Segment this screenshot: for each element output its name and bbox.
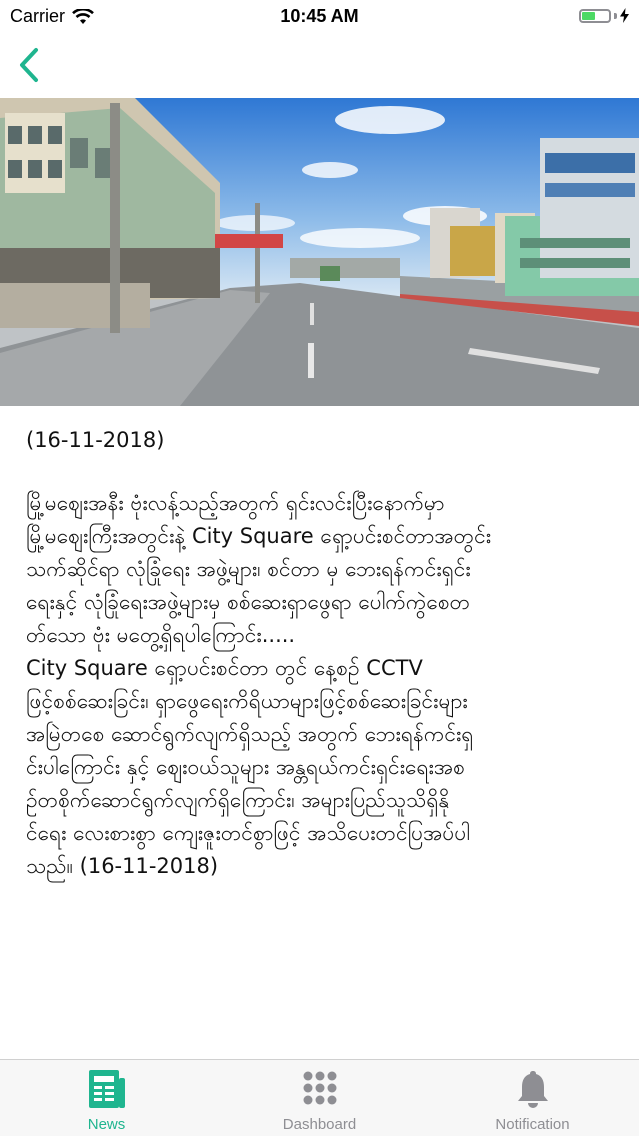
bell-icon: [517, 1071, 548, 1108]
newspaper-icon: [88, 1070, 125, 1108]
street-photo: [0, 98, 639, 406]
battery-fill: [582, 11, 595, 20]
battery-icon: [579, 8, 611, 23]
battery-indicator: [579, 8, 629, 23]
article-body: မြို့မဈေးအနီး ဗုံးလန့်သည့်အတွက် ရှင်းလင်…: [26, 491, 492, 878]
tab-bar: News Dashboard Notification: [0, 1059, 639, 1136]
status-time: 10:45 AM: [280, 6, 359, 26]
tab-notification[interactable]: Notification: [426, 1060, 639, 1137]
article-hero-image: [0, 98, 639, 406]
battery-cap: [614, 12, 617, 19]
tab-dashboard-label: Dashboard: [282, 1116, 357, 1133]
article-content: (16-11-2018) မြို့မဈေးအနီး ဗုံးလန့်သည့်အ…: [26, 418, 616, 883]
article-date: (16-11-2018): [26, 428, 165, 452]
chevron-left-icon: [20, 48, 38, 82]
grid-dots-icon: [303, 1071, 336, 1105]
charging-bolt-icon: [620, 8, 629, 23]
tab-dashboard[interactable]: Dashboard: [213, 1060, 426, 1137]
tab-news-label: News: [87, 1116, 126, 1133]
tab-notification-label: Notification: [495, 1116, 570, 1133]
navigation-bar: [0, 32, 639, 98]
back-button[interactable]: [12, 44, 52, 86]
status-bar: Carrier 10:45 AM: [0, 0, 639, 32]
tab-news[interactable]: News: [0, 1060, 213, 1137]
